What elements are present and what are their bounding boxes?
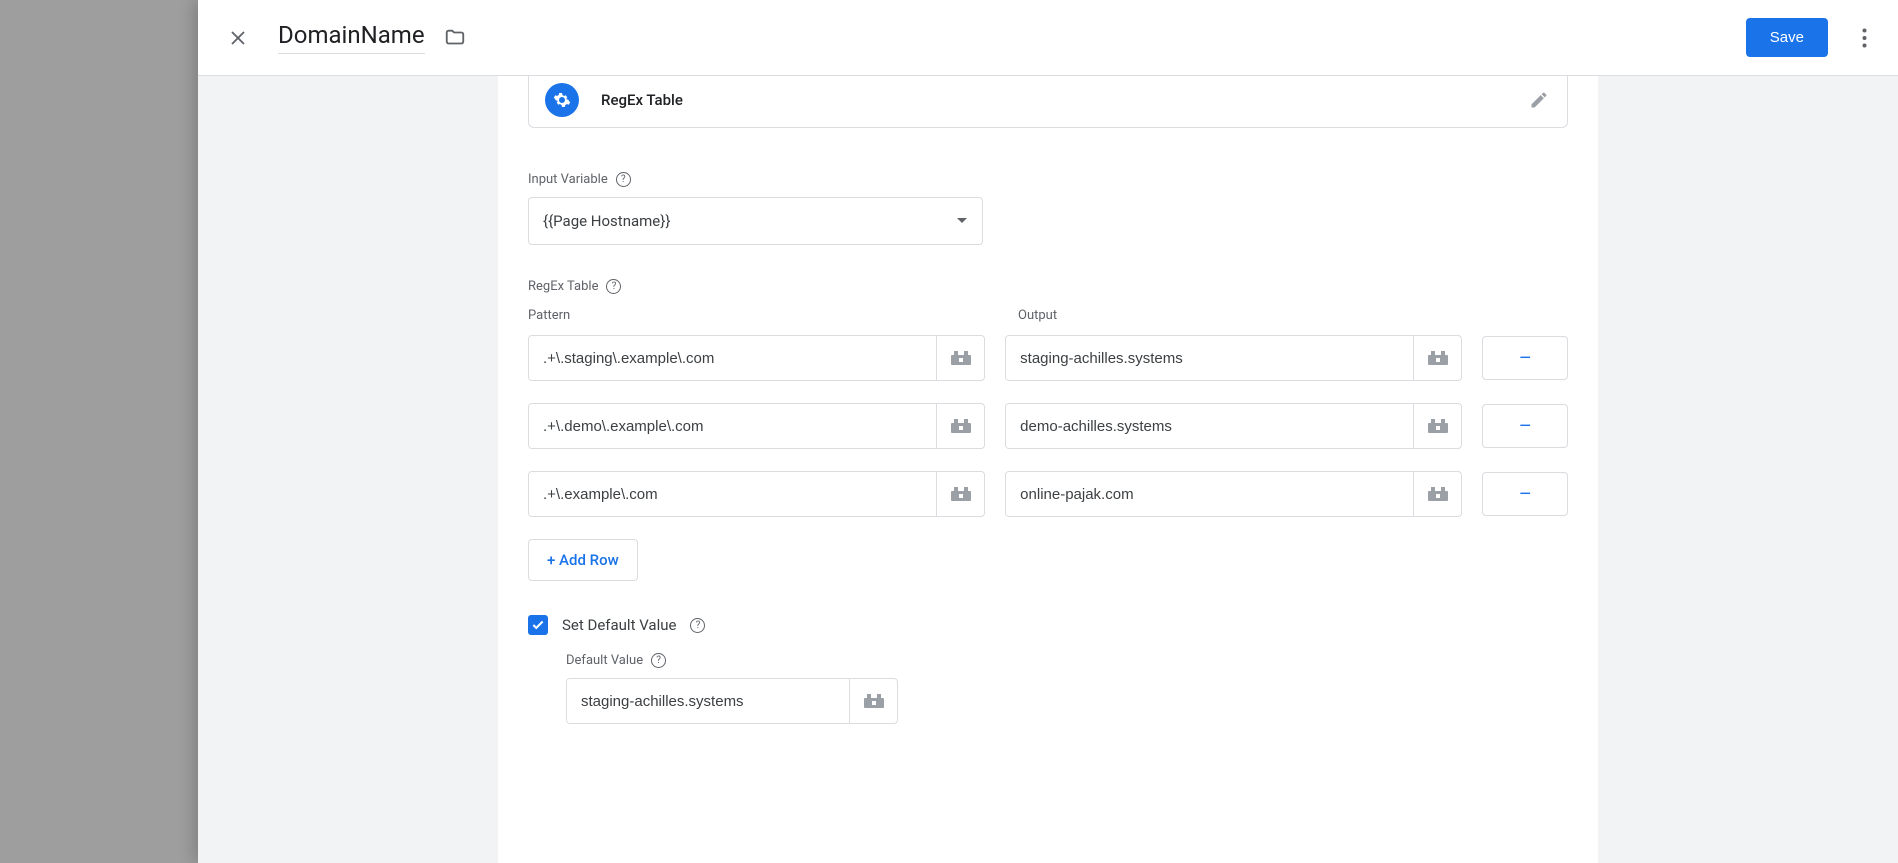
pattern-input-group bbox=[528, 335, 985, 381]
header-bar: DomainName Save bbox=[198, 0, 1898, 76]
insert-variable-button[interactable] bbox=[936, 404, 984, 448]
content-inner: RegEx Table Input Variable ? {{Page Host… bbox=[498, 76, 1598, 863]
variable-type-icon bbox=[545, 83, 579, 117]
insert-variable-button[interactable] bbox=[1413, 336, 1461, 380]
pattern-input[interactable] bbox=[529, 404, 936, 448]
insert-variable-button[interactable] bbox=[1413, 404, 1461, 448]
save-button[interactable]: Save bbox=[1746, 18, 1828, 57]
default-value-section: Default Value ? bbox=[566, 653, 1568, 724]
pattern-input-group bbox=[528, 403, 985, 449]
insert-variable-button[interactable] bbox=[936, 336, 984, 380]
insert-variable-button[interactable] bbox=[849, 679, 897, 723]
output-input[interactable] bbox=[1006, 336, 1413, 380]
help-icon[interactable]: ? bbox=[690, 618, 705, 633]
remove-row-button[interactable]: − bbox=[1482, 472, 1568, 516]
pencil-icon bbox=[1529, 90, 1549, 110]
table-row: − bbox=[528, 403, 1568, 449]
output-input[interactable] bbox=[1006, 404, 1413, 448]
default-value-checkbox-row: Set Default Value ? bbox=[528, 615, 1568, 635]
pattern-input-group bbox=[528, 471, 985, 517]
default-value-field-label: Default Value ? bbox=[566, 653, 1568, 668]
output-input-group bbox=[1005, 471, 1462, 517]
check-icon bbox=[531, 618, 545, 632]
pattern-input[interactable] bbox=[529, 472, 936, 516]
variable-type-card[interactable]: RegEx Table bbox=[528, 76, 1568, 128]
output-header: Output bbox=[1018, 308, 1057, 323]
content-area: RegEx Table Input Variable ? {{Page Host… bbox=[198, 76, 1898, 863]
brick-icon bbox=[951, 419, 971, 433]
remove-row-button[interactable]: − bbox=[1482, 404, 1568, 448]
set-default-value-label: Set Default Value bbox=[562, 616, 676, 634]
close-button[interactable] bbox=[226, 26, 250, 50]
kebab-icon bbox=[1862, 28, 1867, 48]
variable-editor-panel: DomainName Save RegEx Table Input Variab… bbox=[198, 0, 1898, 863]
more-options-button[interactable] bbox=[1848, 22, 1880, 54]
brick-icon bbox=[951, 487, 971, 501]
folder-button[interactable] bbox=[443, 26, 467, 50]
gear-icon bbox=[553, 91, 571, 109]
help-icon[interactable]: ? bbox=[606, 279, 621, 294]
table-row: − bbox=[528, 471, 1568, 517]
pattern-header: Pattern bbox=[528, 308, 570, 323]
edit-type-button[interactable] bbox=[1527, 88, 1551, 112]
brick-icon bbox=[1428, 419, 1448, 433]
input-variable-select[interactable]: {{Page Hostname}} bbox=[528, 197, 983, 245]
brick-icon bbox=[864, 694, 884, 708]
brick-icon bbox=[1428, 487, 1448, 501]
add-row-button[interactable]: + Add Row bbox=[528, 539, 638, 581]
input-variable-value: {{Page Hostname}} bbox=[543, 212, 956, 230]
chevron-down-icon bbox=[956, 217, 968, 225]
pattern-input[interactable] bbox=[529, 336, 936, 380]
brick-icon bbox=[1428, 351, 1448, 365]
insert-variable-button[interactable] bbox=[1413, 472, 1461, 516]
set-default-value-checkbox[interactable] bbox=[528, 615, 548, 635]
folder-icon bbox=[444, 27, 466, 49]
input-variable-label: Input Variable ? bbox=[528, 172, 1568, 187]
output-input-group bbox=[1005, 403, 1462, 449]
table-row: − bbox=[528, 335, 1568, 381]
help-icon[interactable]: ? bbox=[616, 172, 631, 187]
insert-variable-button[interactable] bbox=[936, 472, 984, 516]
default-value-input[interactable] bbox=[567, 679, 849, 723]
table-headers: Pattern Output bbox=[528, 304, 1568, 323]
output-input[interactable] bbox=[1006, 472, 1413, 516]
help-icon[interactable]: ? bbox=[651, 653, 666, 668]
default-value-input-group bbox=[566, 678, 898, 724]
page-title[interactable]: DomainName bbox=[278, 21, 425, 54]
brick-icon bbox=[951, 351, 971, 365]
output-input-group bbox=[1005, 335, 1462, 381]
remove-row-button[interactable]: − bbox=[1482, 336, 1568, 380]
close-icon bbox=[229, 29, 247, 47]
regex-table-label: RegEx Table ? bbox=[528, 279, 1568, 294]
variable-type-label: RegEx Table bbox=[601, 91, 683, 109]
